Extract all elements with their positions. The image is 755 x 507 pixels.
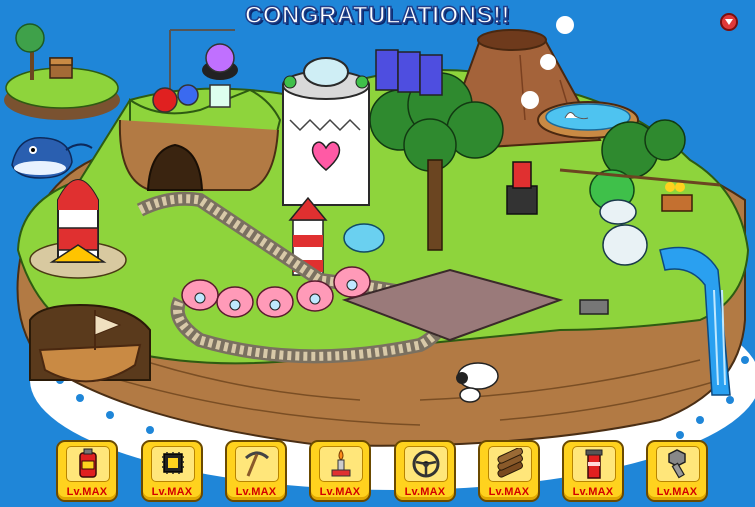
ship-icon bbox=[29, 303, 151, 383]
level-label: Lv.MAX bbox=[404, 486, 446, 498]
pickaxe-icon bbox=[244, 451, 270, 477]
level-label: Lv.MAX bbox=[66, 486, 108, 498]
upgrade-toolbar: Lv.MAX Lv.MAX Lv.MAX Lv.MAX Lv.MAX Lv.MA… bbox=[56, 440, 716, 504]
tool-steering-wheel[interactable]: Lv.MAX bbox=[394, 440, 456, 502]
level-label: Lv.MAX bbox=[572, 486, 614, 498]
lamp-icon bbox=[331, 449, 351, 477]
close-icon bbox=[725, 19, 733, 25]
level-label: Lv.MAX bbox=[151, 486, 193, 498]
tool-chip[interactable]: Lv.MAX bbox=[141, 440, 203, 502]
chip-icon bbox=[162, 452, 184, 474]
level-label: Lv.MAX bbox=[488, 486, 530, 498]
steering-wheel-icon bbox=[412, 450, 440, 478]
congratulations-title: CONGRATULATIONS!! bbox=[244, 1, 510, 30]
logs-icon bbox=[497, 448, 523, 478]
tool-fuel-can[interactable]: Lv.MAX bbox=[56, 440, 118, 502]
level-label: Lv.MAX bbox=[235, 486, 277, 498]
tool-chimney[interactable]: Lv.MAX bbox=[562, 440, 624, 502]
tool-bolt[interactable]: Lv.MAX bbox=[646, 440, 708, 502]
fuel-can-icon bbox=[79, 448, 97, 478]
level-label: Lv.MAX bbox=[656, 486, 698, 498]
level-label: Lv.MAX bbox=[319, 486, 361, 498]
close-button[interactable] bbox=[720, 13, 738, 31]
island-scene bbox=[0, 0, 755, 507]
tool-logs[interactable]: Lv.MAX bbox=[478, 440, 540, 502]
tool-lamp[interactable]: Lv.MAX bbox=[309, 440, 371, 502]
bolt-icon bbox=[668, 449, 686, 479]
chimney-icon bbox=[585, 449, 603, 479]
tool-pickaxe[interactable]: Lv.MAX bbox=[225, 440, 287, 502]
